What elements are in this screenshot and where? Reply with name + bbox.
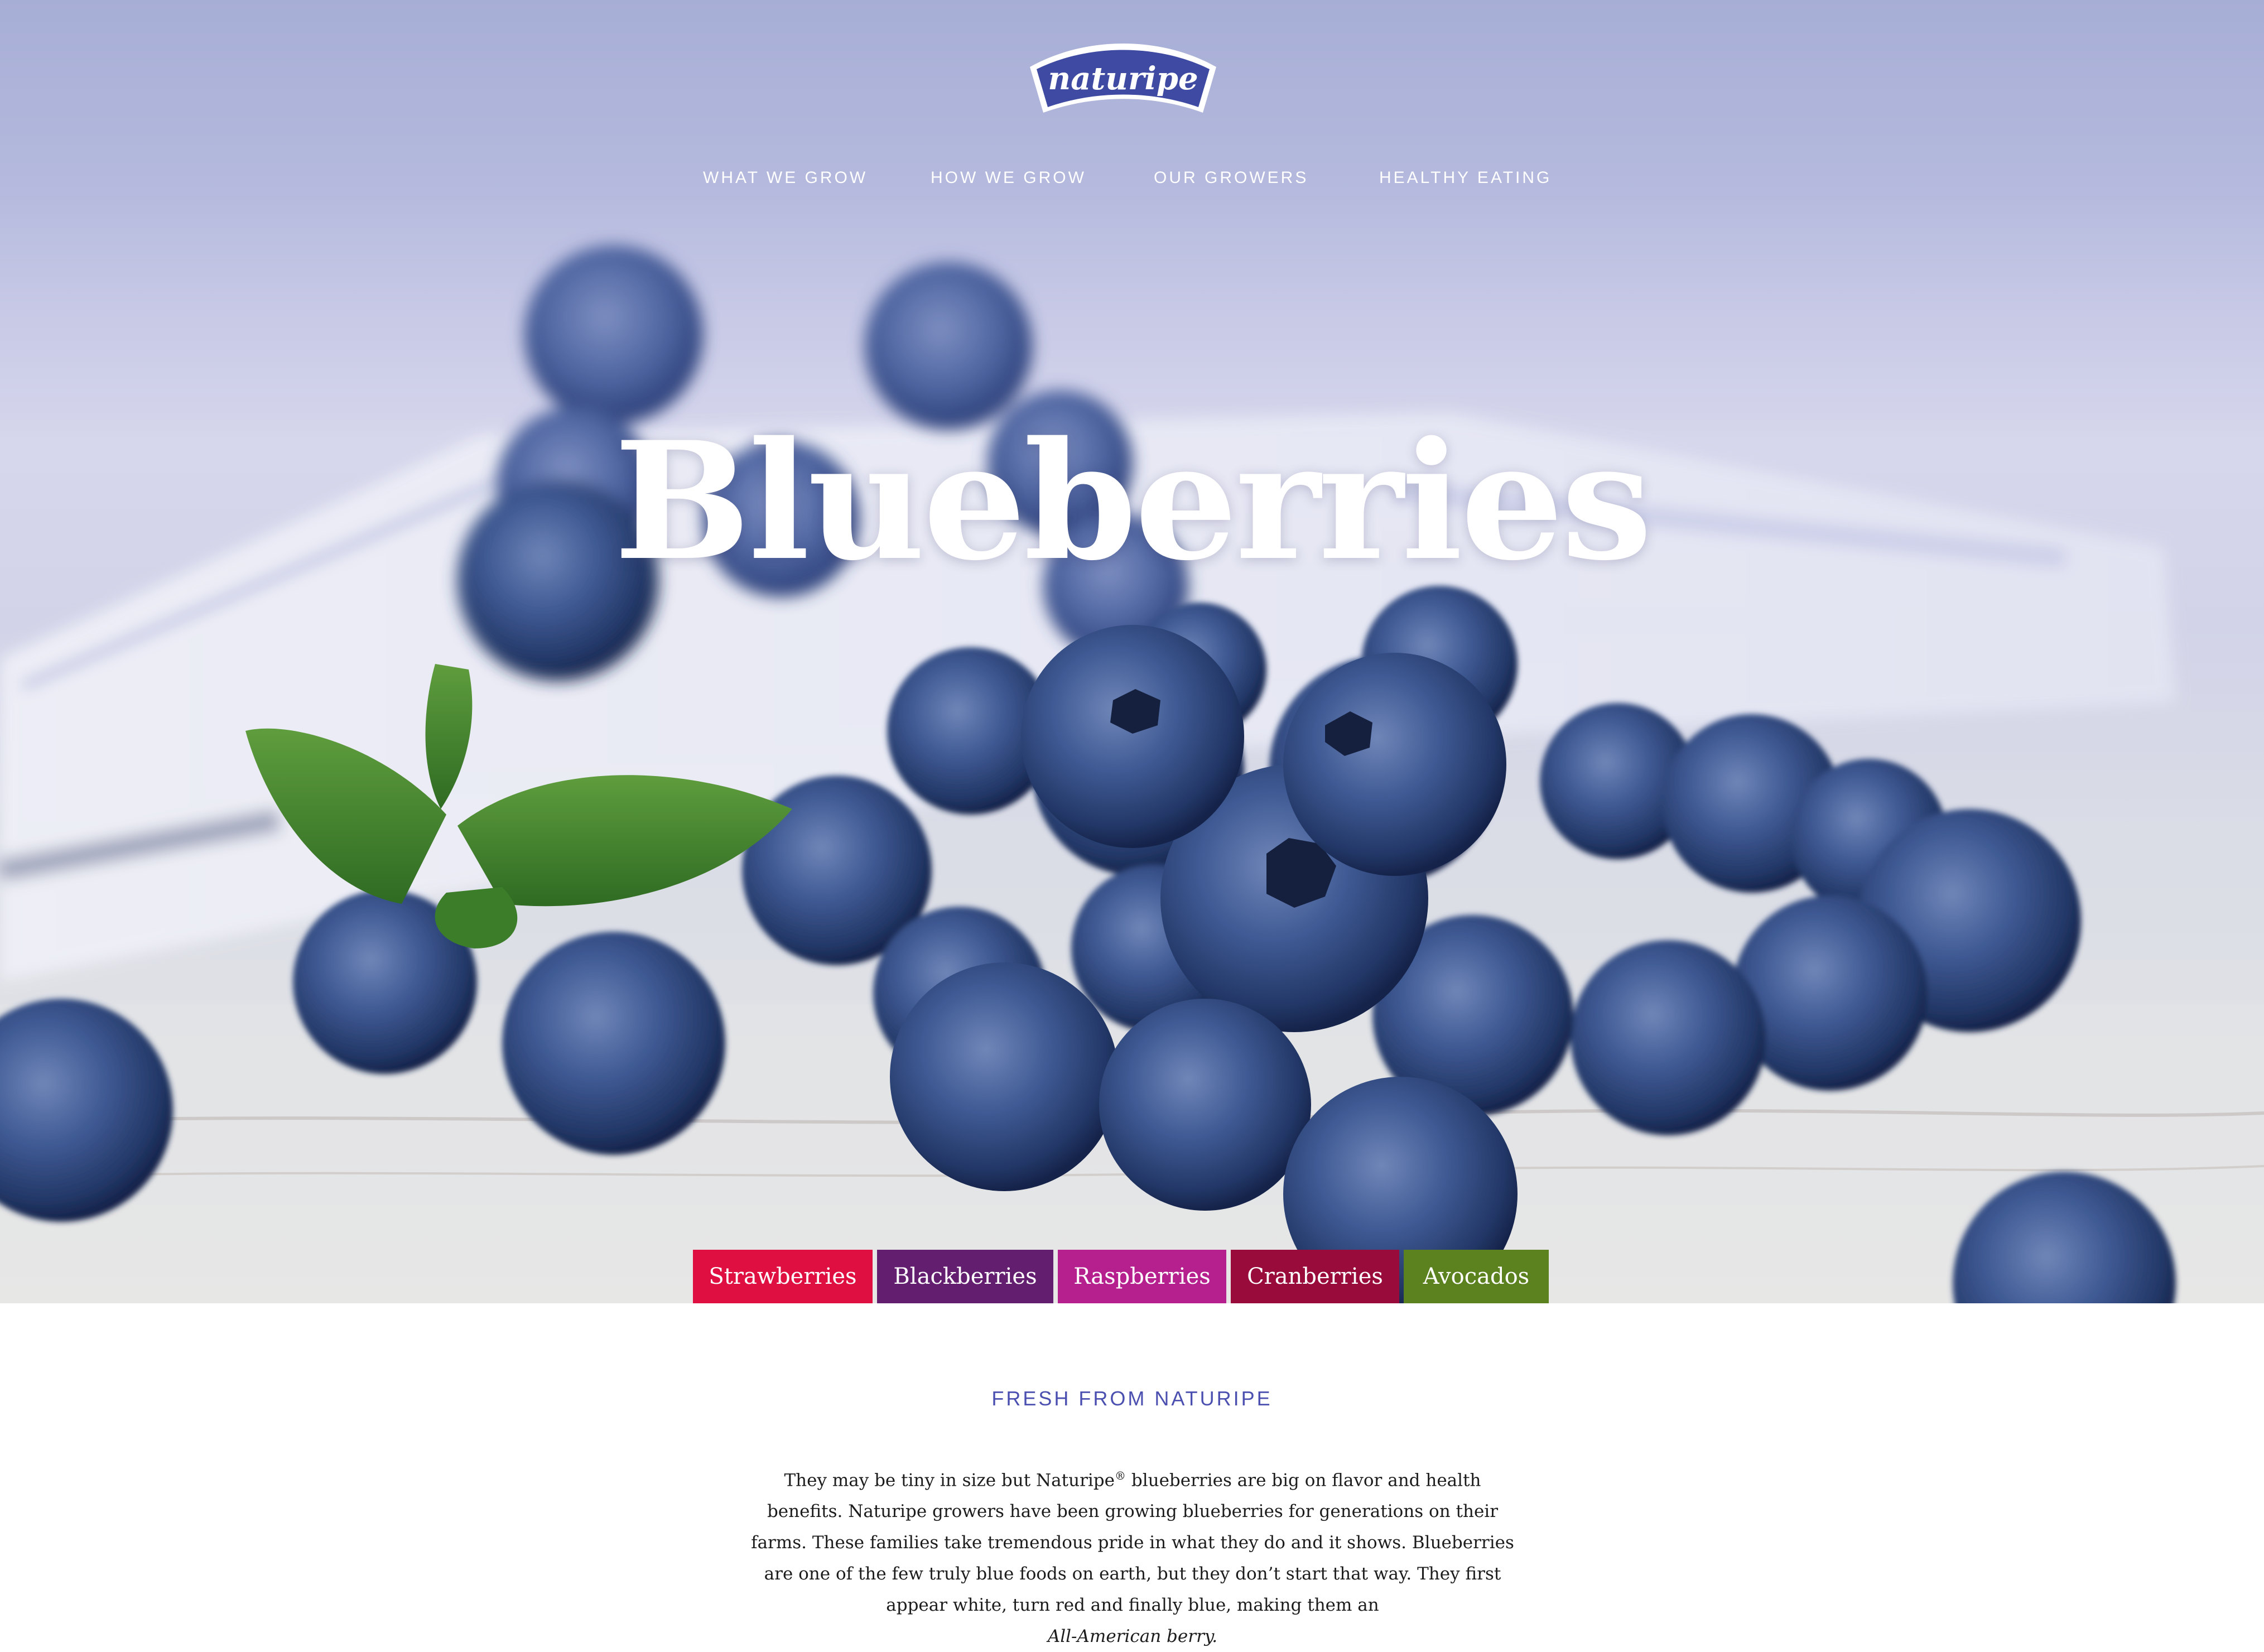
intro-paragraph: They may be tiny in size but Naturipe® b… <box>748 1460 1518 1652</box>
tab-strawberries[interactable]: Strawberries <box>693 1250 873 1303</box>
nav-our-growers[interactable]: OUR GROWERS <box>1154 168 1308 187</box>
intro-text-part2: blueberries are big on flavor and health… <box>751 1470 1514 1616</box>
intro-section: FRESH FROM NATURIPE They may be tiny in … <box>0 1303 2264 1646</box>
tab-avocados[interactable]: Avocados <box>1404 1250 1549 1303</box>
nav-healthy-eating[interactable]: HEALTHY EATING <box>1379 168 1552 187</box>
intro-text-part1: They may be tiny in size but Naturipe <box>784 1470 1115 1491</box>
main-navigation: WHAT WE GROW HOW WE GROW OUR GROWERS HEA… <box>0 168 2264 191</box>
page-title: Blueberries <box>614 407 1652 597</box>
tab-cranberries[interactable]: Cranberries <box>1231 1250 1399 1303</box>
intro-emphasis: All-American berry. <box>1047 1626 1218 1647</box>
naturipe-logo[interactable]: naturipe <box>1019 41 1227 117</box>
intro-heading: FRESH FROM NATURIPE <box>991 1387 1273 1410</box>
tab-blackberries[interactable]: Blackberries <box>877 1250 1053 1303</box>
berry-tabs: Strawberries Blackberries Raspberries Cr… <box>693 1250 1549 1303</box>
blueberries-hero-image <box>0 245 2264 1303</box>
nav-what-we-grow[interactable]: WHAT WE GROW <box>703 168 868 187</box>
tab-raspberries[interactable]: Raspberries <box>1058 1250 1226 1303</box>
svg-text:naturipe: naturipe <box>1048 60 1198 97</box>
nav-how-we-grow[interactable]: HOW WE GROW <box>931 168 1086 187</box>
registered-mark: ® <box>1115 1469 1126 1482</box>
hero-section: naturipe WHAT WE GROW HOW WE GROW OUR GR… <box>0 0 2264 1303</box>
